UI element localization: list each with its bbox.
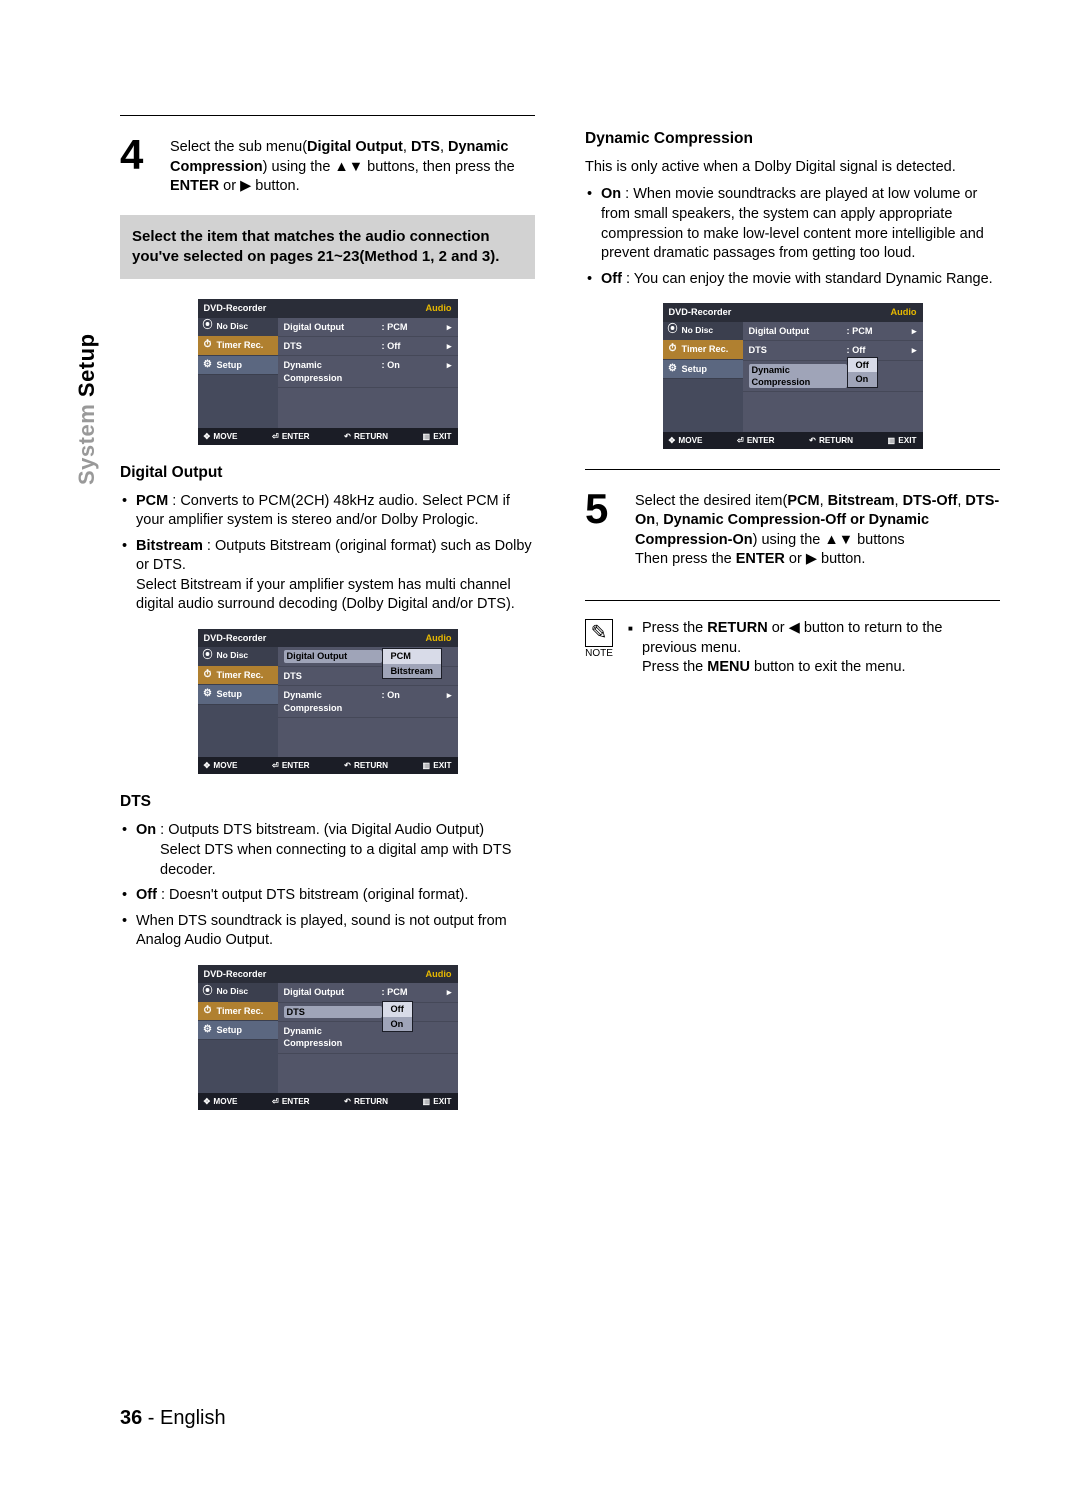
divider — [585, 469, 1000, 470]
note-icon: ✎ NOTE — [585, 619, 613, 682]
callout-box: Select the item that matches the audio c… — [120, 215, 535, 280]
divider — [120, 115, 535, 116]
right-column: Dynamic Compression This is only active … — [585, 115, 1000, 1128]
osd-screenshot-1: DVD-RecorderAudio ⦿No Disc ⏱Timer Rec. ⚙… — [198, 299, 458, 444]
osd-screenshot-2: DVD-RecorderAudio ⦿No Disc ⏱Timer Rec. ⚙… — [198, 629, 458, 774]
step-5: 5 Select the desired item(PCM, Bitstream… — [585, 488, 1000, 570]
step-text: Select the desired item(PCM, Bitstream, … — [635, 488, 1000, 570]
heading-dts: DTS — [120, 792, 535, 813]
paragraph: This is only active when a Dolby Digital… — [585, 158, 1000, 178]
step-text: Select the sub menu(Digital Output, DTS,… — [170, 134, 535, 197]
note-list: Press the RETURN or ◀ button to return t… — [628, 619, 1000, 682]
heading-dynamic-compression: Dynamic Compression — [585, 129, 1000, 150]
left-column: 4 Select the sub menu(Digital Output, DT… — [120, 115, 535, 1128]
heading-digital-output: Digital Output — [120, 463, 535, 484]
list: On : When movie soundtracks are played a… — [585, 185, 1000, 289]
list: PCM : Converts to PCM(2CH) 48kHz audio. … — [120, 492, 535, 615]
step-number: 4 — [120, 134, 160, 197]
section-tab: System Setup — [72, 333, 102, 485]
note-block: ✎ NOTE Press the RETURN or ◀ button to r… — [585, 600, 1000, 682]
list: On : Outputs DTS bitstream. (via Digital… — [120, 821, 535, 950]
page-number: 36 - English — [120, 1405, 226, 1432]
step-number: 5 — [585, 488, 625, 570]
osd-screenshot-4: DVD-RecorderAudio ⦿No Disc ⏱Timer Rec. ⚙… — [663, 303, 923, 448]
osd-screenshot-3: DVD-RecorderAudio ⦿No Disc ⏱Timer Rec. ⚙… — [198, 965, 458, 1110]
step-4: 4 Select the sub menu(Digital Output, DT… — [120, 134, 535, 197]
